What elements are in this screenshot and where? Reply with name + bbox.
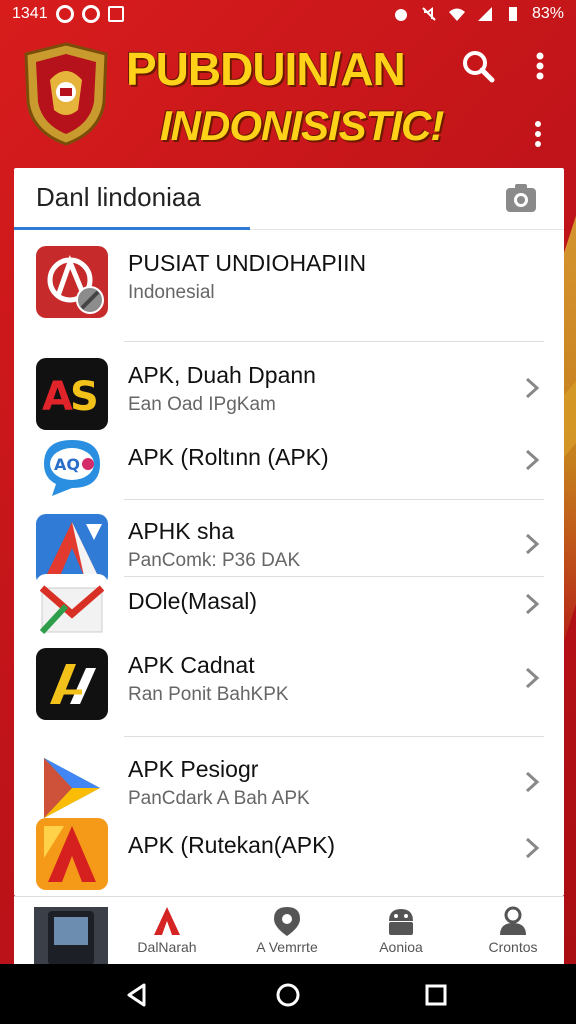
app-icon-red-ban [36, 246, 108, 318]
status-bar: 1341 83% [0, 0, 576, 28]
app-list-card: Danl lindoniaa PUSIAT UNDIOHAPIIN Indone… [14, 168, 564, 896]
phone-icon [48, 911, 94, 965]
list-item-title: APK (Rutekan(APK) [128, 832, 336, 858]
search-icon[interactable] [460, 48, 496, 84]
chevron-right-icon [525, 449, 540, 471]
list-item-title: PUSIAT UNDIOHAPIIN [128, 250, 367, 276]
alarm-icon [394, 9, 407, 21]
list-item[interactable]: APK (Rutekan(APK) [14, 812, 564, 890]
list-item-title: APK Pesiogr [128, 756, 259, 782]
chevron-right-icon [525, 593, 540, 615]
nav-tab-label: DalNarah [137, 939, 197, 955]
nav-tab-android[interactable]: Aonioa [346, 905, 456, 965]
divider [124, 341, 544, 342]
emblem-icon [24, 42, 108, 146]
more-vert-icon[interactable] [530, 48, 550, 84]
phone-thumbnail [34, 907, 108, 965]
list-item-title: APK (Roltınn (APK) [128, 444, 329, 470]
nav-tab-label: A Vemrrte [256, 939, 318, 955]
status-time: 1341 [12, 5, 48, 22]
list-item[interactable]: APK Cadnat Ran Ponit BahKPK [14, 642, 564, 720]
header-title-line1: PUBDUIN/AN [126, 43, 406, 95]
chevron-right-icon [525, 837, 540, 859]
nav-tab-location[interactable]: A Vemrrte [232, 905, 342, 965]
wifi-icon [448, 8, 465, 21]
list-item-subtitle: PanCdark A Bah APK [128, 788, 310, 809]
app-icon-gmail-like [36, 574, 108, 646]
list-item-title: APHK sha [128, 518, 235, 544]
notification-icon-2 [81, 5, 100, 23]
list-item[interactable]: DOle(Masal) [14, 568, 564, 646]
search-underline [14, 227, 250, 230]
brand-a-icon [154, 907, 180, 935]
recents-icon[interactable] [423, 982, 449, 1008]
list-item[interactable]: AQ APK (Roltınn (APK) [14, 424, 564, 502]
mute-icon [422, 7, 436, 21]
chevron-right-icon [525, 771, 540, 793]
list-item-subtitle: Ran Ponit BahKPK [128, 684, 289, 705]
chevron-right-icon [525, 377, 540, 399]
header-title-line2: INDONISISTIC! [160, 102, 444, 149]
list-item[interactable]: A S APK, Duah Dpann Ean Oad IPgKam [14, 352, 564, 430]
list-item-title: APK, Duah Dpann [128, 362, 316, 388]
system-navigation-bar [0, 964, 576, 1024]
camera-icon[interactable] [504, 182, 538, 214]
list-item[interactable]: PUSIAT UNDIOHAPIIN Indonesial [14, 240, 564, 318]
search-bar[interactable]: Danl lindoniaa [14, 168, 564, 230]
nav-tab-profile[interactable]: Crontos [458, 905, 568, 965]
list-item-title: APK Cadnat [128, 652, 255, 678]
divider [124, 499, 544, 500]
svg-text:A: A [42, 374, 73, 420]
location-icon [274, 907, 300, 936]
list-item-subtitle: Indonesial [128, 282, 215, 303]
app-icon-yellow-a [36, 648, 108, 720]
android-icon [389, 909, 413, 935]
battery-level: 83% [531, 5, 564, 22]
signal-icon [477, 7, 492, 21]
chevron-right-icon [525, 533, 540, 555]
chevron-right-icon [525, 667, 540, 689]
app-icon-orange-a [36, 818, 108, 890]
svg-text:S: S [70, 374, 99, 420]
nav-tab-label: Crontos [488, 939, 538, 955]
more-vert-icon-secondary[interactable] [528, 116, 548, 152]
svg-text:AQ: AQ [54, 455, 80, 474]
notification-icon-3 [107, 6, 124, 22]
bottom-navigation: DalNarah A Vemrrte Aonioa Crontos [14, 896, 564, 965]
app-icon-aq-bubble: AQ [36, 430, 108, 502]
notification-icon [55, 5, 74, 23]
divider [124, 736, 544, 737]
nav-tab-label: Aonioa [379, 939, 423, 955]
search-input[interactable]: Danl lindoniaa [36, 182, 201, 213]
list-item-title: DOle(Masal) [128, 588, 258, 614]
home-icon[interactable] [275, 982, 301, 1008]
back-icon[interactable] [124, 982, 150, 1008]
nav-tab-home[interactable]: DalNarah [112, 905, 222, 965]
person-icon [500, 906, 526, 935]
list-item-subtitle: Ean Oad IPgKam [128, 394, 276, 415]
battery-icon [508, 7, 517, 21]
app-icon-as: A S [36, 358, 108, 430]
app-header: PUBDUIN/AN INDONISISTIC! [0, 28, 576, 168]
